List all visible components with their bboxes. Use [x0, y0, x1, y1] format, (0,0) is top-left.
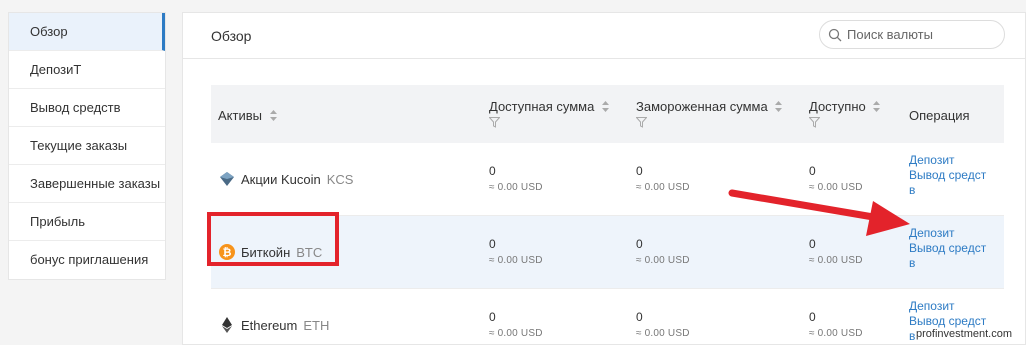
watermark: profinvestment.com [916, 328, 1012, 340]
annotation-arrow [728, 189, 910, 236]
